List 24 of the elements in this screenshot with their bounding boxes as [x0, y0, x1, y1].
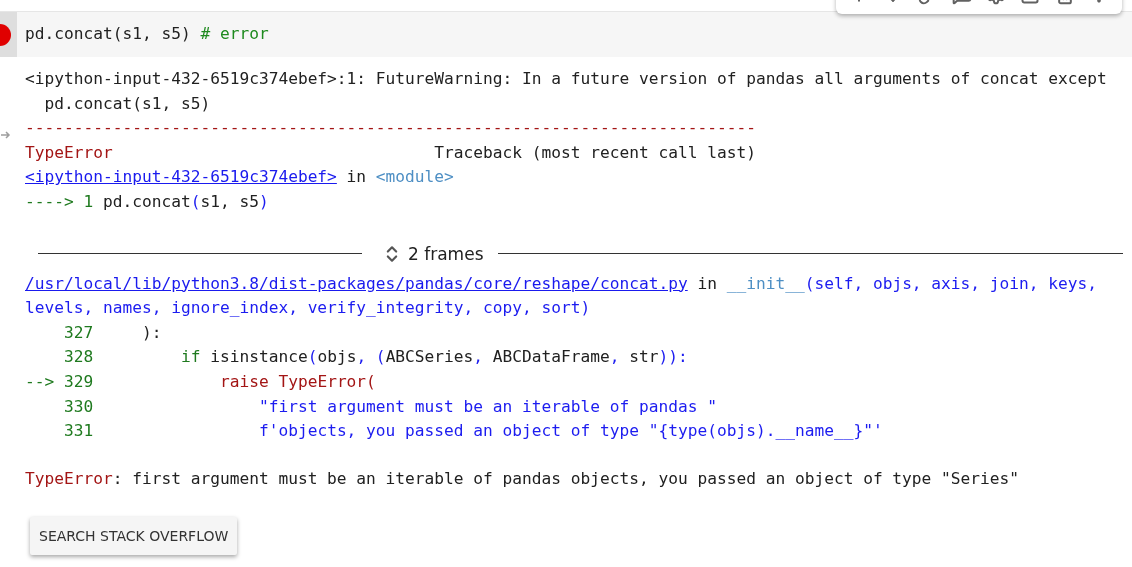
traceback-line: 330 "first argument must be an iterable of pandas " [62, 395, 718, 418]
traceback-line: 328 if isinstance(objs, (ABCSeries, ABCDataFrame, str)): [62, 346, 689, 369]
file-link[interactable]: <ipython-input-432-6519c374ebef> [25, 167, 337, 187]
output-line: --------------------------------------------------------------------------- [25, 117, 757, 140]
search-stack-overflow-button[interactable]: SEARCH STACK OVERFLOW [30, 517, 238, 556]
code-text: (self, objs, axis, join, keys, [804, 273, 1098, 293]
code-line: pd.concat(s1, s5) # error [25, 23, 269, 46]
code-text: in [345, 167, 368, 187]
function-name: <module> [375, 167, 454, 187]
traceback-line: levels, names, ignore_index, verify_integrity, copy, sort) [25, 297, 592, 320]
code-text: in [696, 273, 718, 293]
code-cell[interactable]: pd.concat(s1, s5) # error [0, 12, 1132, 57]
output-line: pd.concat(s1, s5) [43, 92, 212, 115]
error-message: TypeError: first argument must be an iterable of pandas objects, you passed an object of type "Series" [25, 467, 1021, 490]
output-line: TypeError Traceback (most recent call last) [25, 141, 757, 164]
function-name: __init__ [726, 273, 805, 293]
frames-toggle[interactable]: 2 frames [362, 243, 498, 264]
output-arrow-icon[interactable] [0, 129, 12, 141]
traceback-line: 331 f'objects, you passed an object of type "{type(objs).__name__}"' [62, 420, 884, 443]
traceback-line: --> 329 raise TypeError( [25, 370, 377, 393]
traceback-line: 327 ): [62, 321, 163, 344]
output-line: ----> 1 pd.concat(s1, s5) [25, 190, 270, 213]
file-link[interactable]: /usr/local/lib/python3.8/dist-packages/pandas/core/reshape/concat.py [25, 273, 688, 293]
output-line: <ipython-input-432-6519c374ebef>:1: FutureWarning: In a future version of pandas all arguments of concat except [25, 68, 1108, 90]
